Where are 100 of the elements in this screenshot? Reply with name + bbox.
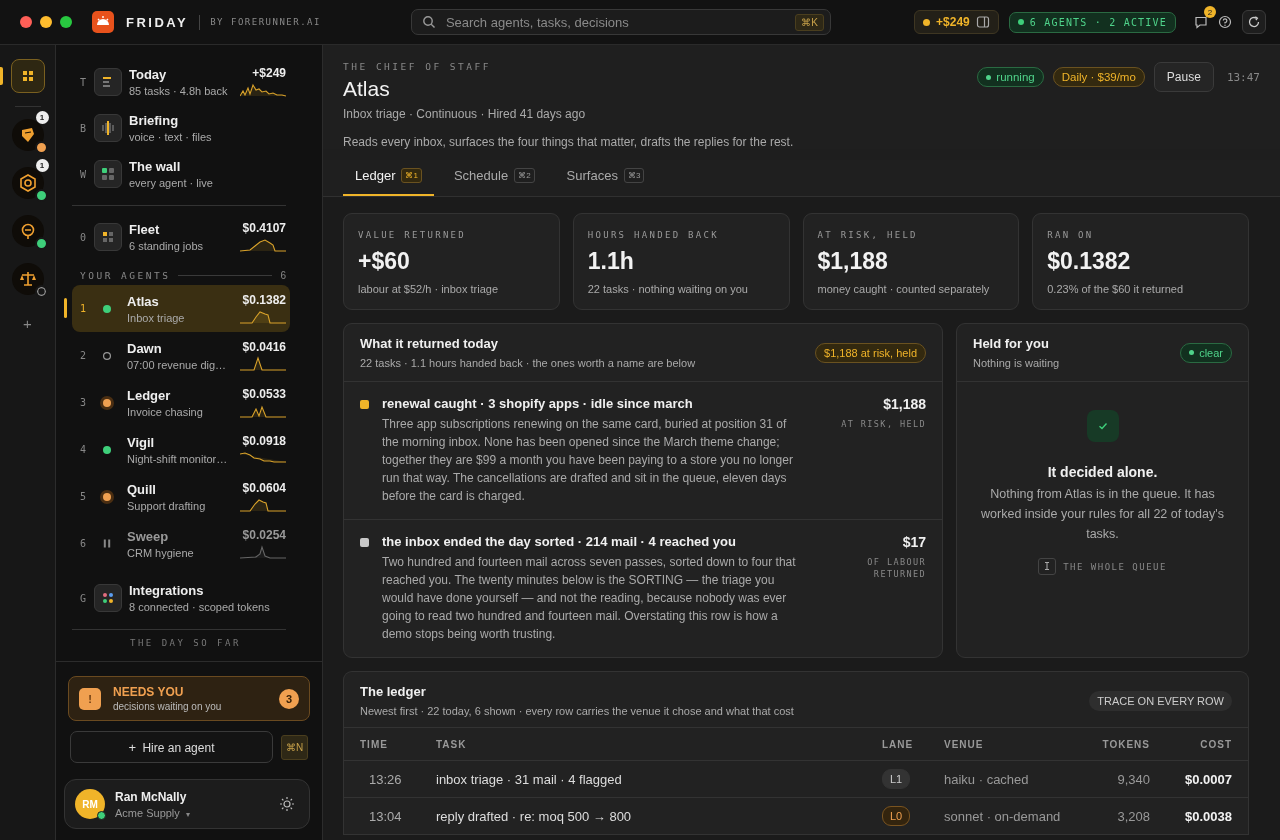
shortcut-key: 6 bbox=[72, 538, 94, 549]
shortcut-key: 1 bbox=[72, 303, 94, 314]
agent-name: Quill bbox=[127, 481, 157, 497]
stat-label: RAN ON bbox=[1047, 230, 1095, 240]
nav-title: Today bbox=[129, 67, 168, 82]
hexagon-icon bbox=[17, 173, 38, 193]
column-header: TIME bbox=[360, 738, 389, 750]
agent-item[interactable]: 5 Quill Support drafting $0.0604 bbox=[72, 473, 290, 520]
agent-item[interactable]: 3 Ledger Invoice chasing $0.0533 bbox=[72, 379, 290, 426]
trace-button[interactable]: TRACE ON EVERY ROW bbox=[1089, 690, 1232, 711]
item-amount: $1,188 bbox=[883, 396, 926, 412]
nav-item[interactable]: B Briefing voice · text · files bbox=[72, 105, 286, 151]
item-body: Three app subscriptions renewing on the same card, buried at position 31 of the morning inbox. None has been opened since the March theme change; together they are $99 a month you have been paying to a store you no longer run that way. The cancellations are drafted and sit in the queue, eleven days before the card is charged. bbox=[382, 416, 794, 505]
agent-name: Atlas bbox=[127, 293, 160, 309]
stat-value: $0.1382 bbox=[1047, 248, 1132, 275]
dots-icon bbox=[94, 584, 122, 612]
agent-avatar[interactable] bbox=[11, 167, 44, 199]
home-grid-button[interactable] bbox=[10, 59, 45, 93]
grid-icon bbox=[94, 160, 122, 188]
tab[interactable]: Schedule ⌘2 bbox=[441, 160, 547, 196]
panel-title: Held for you bbox=[973, 336, 1050, 351]
queue-link[interactable]: THE WHOLE QUEUE bbox=[1063, 561, 1167, 572]
agent-item[interactable]: 1 Atlas Inbox triage $0.1382 bbox=[72, 285, 290, 332]
shortcut-key: B bbox=[72, 122, 94, 134]
amount-label: AT RISK, HELD bbox=[841, 418, 926, 430]
nav-subtitle: 6 standing jobs bbox=[129, 240, 204, 252]
shortcut-key: W bbox=[72, 168, 94, 180]
search-icon bbox=[421, 15, 436, 29]
theme-icon[interactable] bbox=[279, 796, 295, 812]
search-bar[interactable]: Search agents, tasks, decisions ⌘K bbox=[410, 9, 831, 35]
agent-role: 07:00 revenue dig… bbox=[127, 358, 228, 371]
agent-avatar[interactable] bbox=[11, 215, 44, 247]
agent-description: Reads every inbox, surfaces the four things that matter, drafts the replies for the rest. bbox=[343, 135, 794, 149]
hire-agent-button[interactable]: + Hire an agent bbox=[70, 731, 273, 763]
nav-item[interactable]: T Today 85 tasks · 4.8h back +$249 bbox=[72, 59, 286, 105]
earnings-pill[interactable]: +$249 bbox=[914, 10, 999, 34]
agent-title: Atlas bbox=[343, 77, 391, 101]
refresh-button[interactable] bbox=[1242, 10, 1266, 34]
shortcut-key: 3 bbox=[72, 397, 94, 408]
app-title: FRIDAY bbox=[126, 14, 201, 30]
nav-item[interactable]: G Integrations 8 connected · scoped tokens bbox=[72, 575, 286, 621]
stat-label: AT RISK, HELD bbox=[817, 230, 919, 240]
status-dot bbox=[103, 398, 111, 407]
agent-item[interactable]: 6 Sweep CRM hygiene $0.0254 bbox=[72, 520, 290, 567]
scales-icon bbox=[17, 269, 38, 289]
stat-note: 0.23% of the $60 it returned bbox=[1047, 283, 1184, 295]
grid-icon bbox=[21, 70, 34, 82]
agent-name: Vigil bbox=[127, 434, 156, 450]
table-cell-text: reply drafted · re: moq 500 → 800 bbox=[436, 808, 633, 824]
alert-icon: ! bbox=[79, 687, 101, 710]
sparkline bbox=[240, 355, 286, 372]
pause-button[interactable]: Pause bbox=[1153, 62, 1214, 92]
time: 13:47 bbox=[1226, 70, 1260, 84]
table-cell-text: inbox triage · 31 mail · 4 flagged bbox=[436, 771, 623, 787]
column-header: LANE bbox=[882, 738, 915, 750]
stat-value: $1,188 bbox=[817, 248, 889, 275]
panel-title: What it returned today bbox=[360, 336, 499, 351]
agent-item[interactable]: 4 Vigil Night-shift monitor… $0.0918 bbox=[72, 426, 290, 473]
close-window-button[interactable] bbox=[20, 16, 32, 28]
section-label: YOUR AGENTS bbox=[80, 270, 171, 281]
nav-item[interactable]: W The wall every agent · live bbox=[72, 151, 286, 197]
shortcut-key: 0 bbox=[72, 231, 94, 243]
stat-value: +$60 bbox=[358, 248, 411, 275]
nav-item[interactable]: 0 Fleet 6 standing jobs $0.4107 bbox=[72, 214, 286, 260]
agent-cost: $0.1382 bbox=[242, 292, 286, 307]
earnings-amount: +$249 bbox=[936, 15, 970, 29]
table-cell-text: haiku · cached bbox=[944, 771, 1030, 787]
search-field[interactable]: Search agents, tasks, decisions bbox=[443, 13, 788, 31]
stat-value: 1.1h bbox=[587, 248, 635, 275]
organization-switcher[interactable]: Acme Supply ▾ bbox=[115, 806, 269, 819]
minimize-window-button[interactable] bbox=[40, 16, 52, 28]
notification-badge: 2 bbox=[1204, 6, 1216, 18]
nav-title: Integrations bbox=[129, 583, 205, 598]
panel-icon bbox=[975, 15, 990, 29]
nav-title: Fleet bbox=[129, 222, 161, 237]
stat-label: HOURS HANDED BACK bbox=[587, 230, 720, 240]
help-icon[interactable] bbox=[1218, 15, 1232, 29]
agent-item[interactable]: 2 Dawn 07:00 revenue dig… $0.0416 bbox=[72, 332, 290, 379]
stat-note: money caught · counted separately bbox=[817, 283, 991, 295]
user-card[interactable]: RM Ran McNally Acme Supply ▾ bbox=[64, 779, 310, 829]
chat-icon[interactable] bbox=[1194, 15, 1208, 29]
agent-avatar[interactable] bbox=[11, 263, 44, 295]
needs-you-card[interactable]: ! NEEDS YOU decisions waiting on you 3 bbox=[68, 676, 310, 721]
stat-note: 22 tasks · nothing waiting on you bbox=[587, 283, 749, 295]
column-header: TASK bbox=[436, 738, 468, 750]
zoom-window-button[interactable] bbox=[60, 16, 72, 28]
agent-cost: $0.0416 bbox=[242, 339, 286, 354]
tab[interactable]: Surfaces ⌘3 bbox=[554, 160, 657, 196]
agent-role: Invoice chasing bbox=[127, 405, 204, 418]
agent-avatar[interactable] bbox=[11, 119, 44, 151]
stat-note: labour at $52/h · inbox triage bbox=[358, 283, 500, 295]
column-header: COST bbox=[1199, 738, 1232, 750]
agent-cost: $0.0254 bbox=[242, 527, 286, 542]
table-cell-text: 9,340 bbox=[1116, 771, 1150, 787]
agent-cost: $0.0604 bbox=[242, 480, 286, 495]
agent-cost: $0.0533 bbox=[242, 386, 286, 401]
risk-badge: $1,188 at risk, held bbox=[815, 342, 926, 363]
add-agent-button[interactable]: + bbox=[23, 315, 32, 332]
panel-title: The ledger bbox=[360, 684, 427, 699]
agents-status-pill[interactable]: 6 AGENTS · 2 ACTIVE bbox=[1008, 11, 1176, 33]
